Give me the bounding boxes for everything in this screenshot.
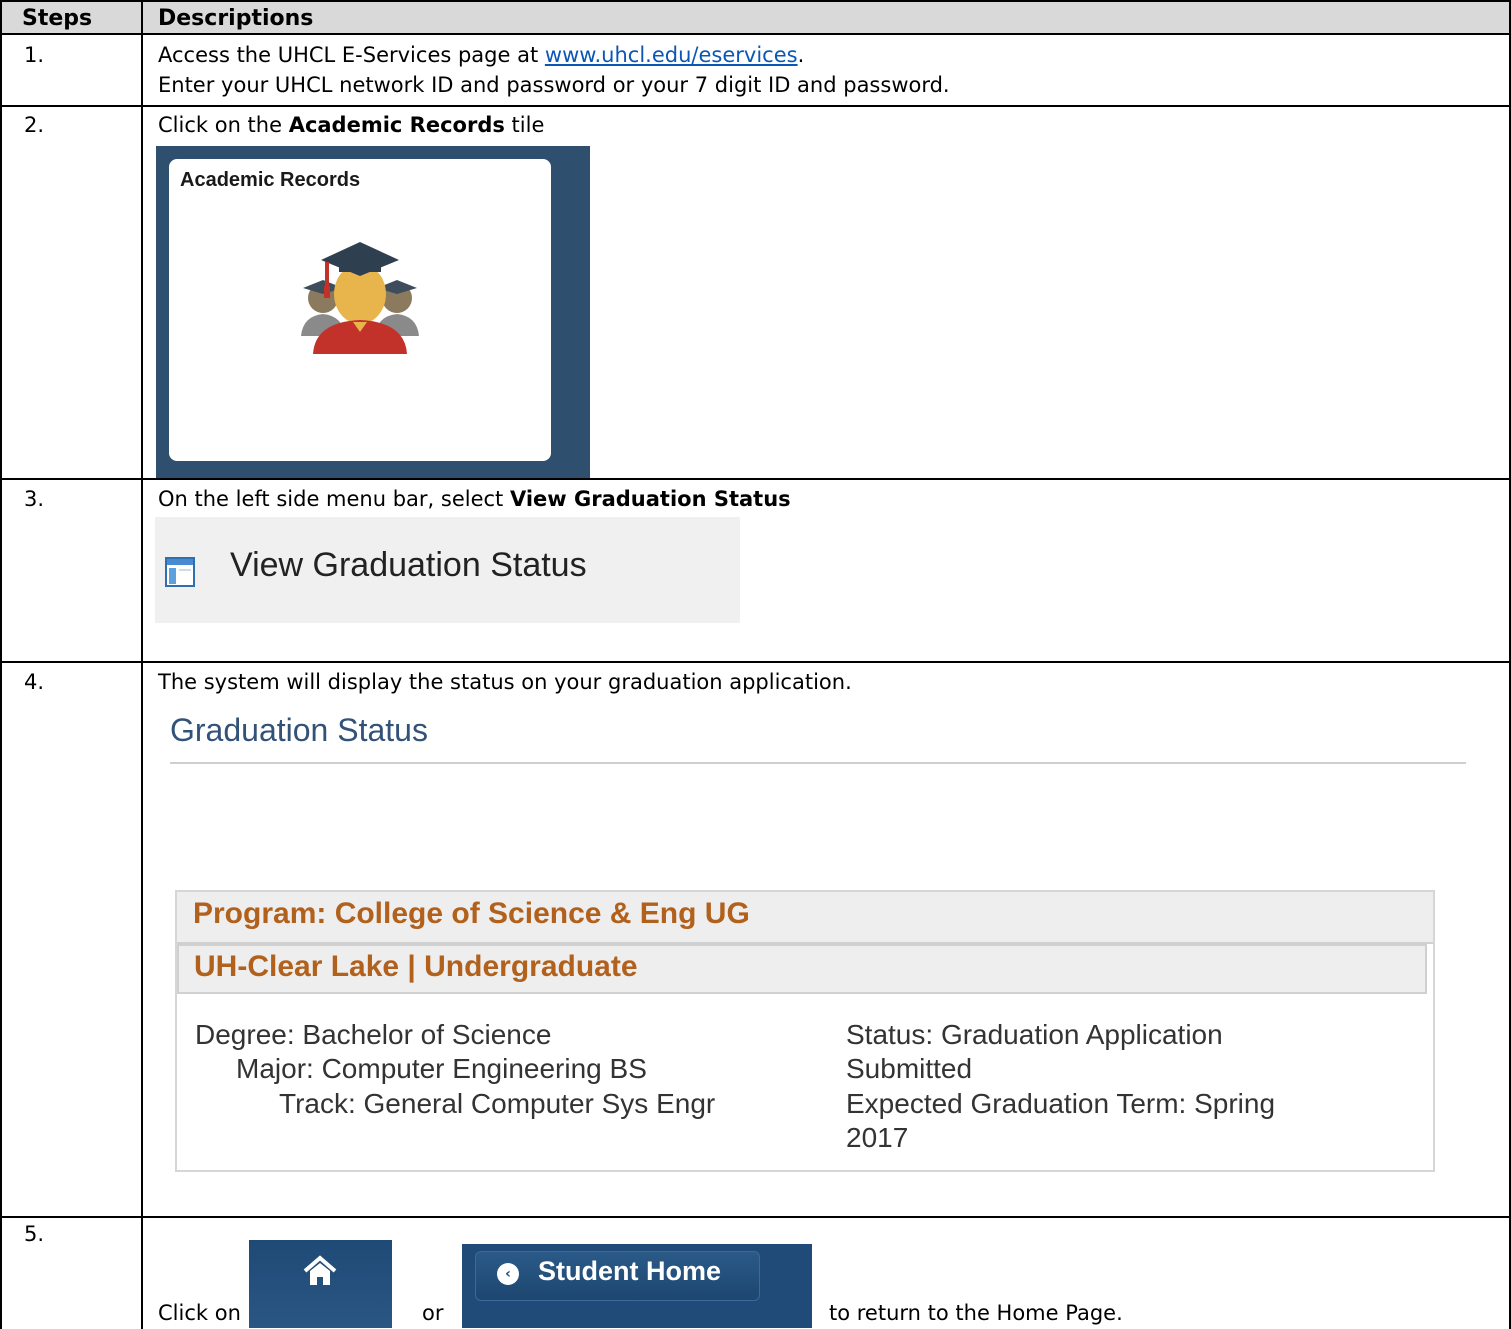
step-number: 4. bbox=[24, 670, 45, 694]
home-icon bbox=[303, 1255, 337, 1285]
status-text-line-1: Status: Graduation Application bbox=[846, 1019, 1223, 1050]
step-number: 1. bbox=[24, 43, 45, 67]
degree-text: Degree: Bachelor of Science bbox=[195, 1019, 552, 1050]
step-number: 3. bbox=[24, 487, 45, 511]
eservices-link[interactable]: www.uhcl.edu/eservices bbox=[545, 43, 798, 67]
step-5-prefix: Click on bbox=[158, 1301, 241, 1325]
track-text: Track: General Computer Sys Engr bbox=[279, 1088, 716, 1119]
step-2-instruction: Click on the Academic Records tile bbox=[158, 113, 545, 137]
student-home-label: Student Home bbox=[538, 1256, 722, 1286]
chevron-left-icon: ‹ bbox=[497, 1263, 519, 1285]
view-graduation-status-label: View Graduation Status bbox=[230, 546, 587, 584]
status-text-line-2: Submitted bbox=[846, 1053, 973, 1084]
major-text: Major: Computer Engineering BS bbox=[236, 1053, 647, 1084]
expected-term-line-2: 2017 bbox=[846, 1122, 909, 1153]
header-descriptions: Descriptions bbox=[158, 6, 314, 31]
step-number: 2. bbox=[24, 113, 45, 137]
expected-term-line-1: Expected Graduation Term: Spring bbox=[846, 1088, 1276, 1119]
page-layout-icon bbox=[165, 557, 195, 587]
graduation-students-icon bbox=[301, 242, 419, 354]
step-5-or: or bbox=[422, 1301, 444, 1325]
page-title: Graduation Status bbox=[170, 712, 428, 748]
tile-title: Academic Records bbox=[180, 169, 361, 191]
step-1-line-2: Enter your UHCL network ID and password … bbox=[158, 73, 950, 97]
instruction-table: Steps Descriptions 1. Access the UHCL E-… bbox=[0, 0, 1511, 1329]
step-4-instruction: The system will display the status on yo… bbox=[158, 670, 852, 694]
title-divider bbox=[170, 762, 1466, 764]
step-number: 5. bbox=[24, 1222, 45, 1246]
header-steps: Steps bbox=[22, 6, 93, 31]
program-title: Program: College of Science & Eng UG bbox=[193, 897, 750, 930]
career-title: UH-Clear Lake | Undergraduate bbox=[194, 950, 638, 983]
step-3-instruction: On the left side menu bar, select View G… bbox=[158, 487, 791, 511]
step-5-suffix: to return to the Home Page. bbox=[829, 1301, 1123, 1325]
step-1-line-1: Access the UHCL E-Services page at www.u… bbox=[158, 43, 805, 67]
